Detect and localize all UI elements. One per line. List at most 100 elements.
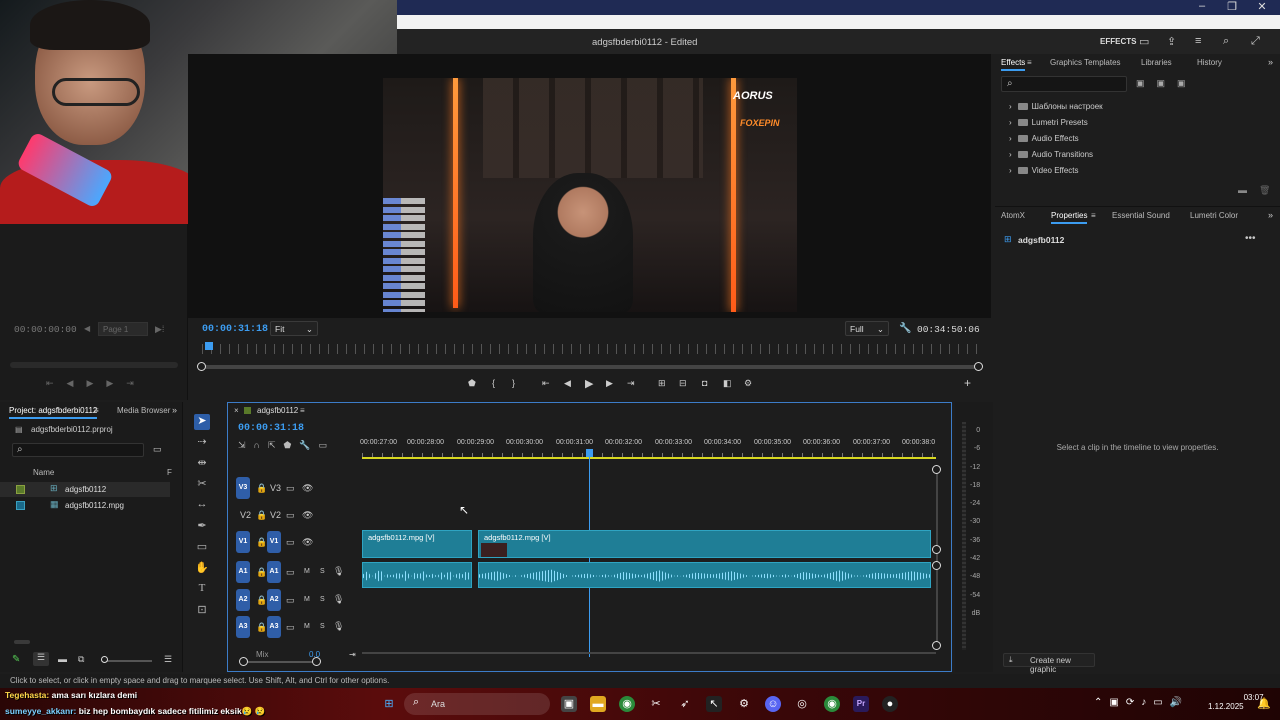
arrow-app-icon[interactable]: ➶ [677, 696, 693, 712]
selection-tool-icon[interactable]: ➤ [194, 414, 210, 430]
scroll-handle[interactable] [932, 561, 941, 570]
ripple-edit-tool-icon[interactable]: ⇹ [194, 456, 210, 472]
mix-arrow-icon[interactable]: ⇥ [349, 650, 356, 659]
zoom-handle-right[interactable] [312, 657, 321, 666]
hand-tool-icon[interactable]: ✋ [194, 561, 210, 577]
horizontal-scrollbar[interactable] [14, 640, 30, 644]
minimize-icon[interactable]: – [1187, 0, 1217, 12]
mic-icon[interactable]: 🎙 [333, 594, 344, 605]
folder-presets[interactable]: › Шаблоны настроек [1009, 102, 1103, 111]
program-playhead[interactable] [205, 342, 213, 350]
create-graphic-button[interactable]: ⤓ Create new graphic [1003, 653, 1095, 674]
restore-icon[interactable]: ❐ [1217, 0, 1247, 13]
tab-libraries[interactable]: Libraries [1141, 58, 1172, 67]
discord-icon[interactable]: ☺ [765, 696, 781, 712]
project-search-input[interactable]: ⌕ [12, 443, 144, 457]
eye-icon[interactable]: 👁 [302, 537, 313, 548]
write-icon[interactable]: ✎ [12, 654, 20, 665]
quality-dropdown[interactable]: Full ⌄ [845, 321, 889, 336]
page-selector[interactable]: Page 1 [98, 322, 148, 336]
sequence-tab[interactable]: adgsfb0112 [257, 406, 298, 415]
sync-icon[interactable]: ▭ [286, 510, 295, 521]
source-scrubber[interactable] [10, 362, 178, 368]
panel-overflow-icon[interactable]: » [1268, 57, 1273, 67]
track-target-a3[interactable]: A3 [267, 616, 281, 638]
type-tool-icon[interactable]: T [194, 582, 210, 598]
workspaces-icon[interactable]: ≡ [1195, 35, 1201, 47]
work-area-bar[interactable] [362, 457, 936, 459]
solo-button[interactable]: S [320, 596, 325, 603]
audio-clip[interactable] [478, 562, 931, 588]
lock-icon[interactable]: 🔒 [256, 510, 267, 521]
tab-atomx[interactable]: AtomX [1001, 211, 1025, 220]
source-patch-a3[interactable]: A3 [236, 616, 250, 638]
video-clip[interactable]: adgsfb0112.mpg [V] [478, 530, 931, 558]
sync-icon[interactable]: ▭ [286, 537, 295, 548]
solo-button[interactable]: S [320, 568, 325, 575]
premiere-pro-icon[interactable]: Pr [853, 696, 869, 712]
scroll-handle[interactable] [932, 545, 941, 554]
menu-icon[interactable]: ≡ [1027, 58, 1032, 67]
chrome-profile-icon[interactable]: ◉ [824, 696, 840, 712]
timeline-zoom-bar[interactable] [242, 661, 318, 663]
eye-icon[interactable]: 👁 [302, 483, 313, 494]
windows-start-icon[interactable]: ⊞ [381, 696, 397, 712]
lock-icon[interactable]: 🔒 [256, 567, 267, 578]
list-item[interactable]: ▦ adgsfb0112.mpg [0, 498, 170, 513]
lock-icon[interactable]: 🔒 [256, 622, 267, 633]
folder-audio-effects[interactable]: › Audio Effects [1009, 134, 1079, 143]
source-patch-a1[interactable]: A1 [236, 561, 250, 583]
program-zoom-bar[interactable] [200, 365, 980, 369]
icon-view-icon[interactable]: ▬ [58, 654, 67, 664]
source-transport[interactable]: ⇤◀▶▶⇥ [46, 378, 147, 389]
workspace-label[interactable]: EFFECTS [1100, 37, 1136, 46]
zoom-handle-right[interactable] [974, 362, 983, 371]
wrench-icon[interactable]: 🔧 [899, 323, 911, 334]
close-icon[interactable]: × [234, 406, 239, 415]
close-icon[interactable]: ✕ [1247, 0, 1277, 13]
file-explorer-icon[interactable]: ▬ [590, 696, 606, 712]
mute-button[interactable]: M [304, 568, 310, 575]
filter-icons[interactable]: ▣▣▣ [1136, 78, 1198, 89]
share-icon[interactable]: ⇪ [1167, 35, 1176, 48]
search-icon[interactable]: ⌕ [1223, 35, 1229, 48]
extract-icon[interactable]: ⊟ [679, 378, 687, 389]
sync-icon[interactable]: ▭ [286, 595, 295, 606]
fit-dropdown[interactable]: Fit ⌄ [270, 321, 318, 336]
taskbar-search[interactable]: ⌕ Ara [404, 693, 550, 715]
program-ruler[interactable] [202, 344, 980, 354]
panel-icon[interactable]: ▭ [1139, 35, 1149, 48]
camera-icon[interactable]: ◘ [702, 378, 707, 388]
freeform-view-icon[interactable]: ⧉ [78, 654, 84, 665]
timeline-ruler[interactable]: 00:00:27:00 00:00:28:00 00:00:29:00 00:0… [360, 439, 936, 451]
col-name[interactable]: Name [33, 468, 54, 477]
tab-properties[interactable]: Properties [1051, 211, 1088, 224]
slip-tool-icon[interactable]: ↔ [194, 498, 210, 514]
sync-icon[interactable]: ▭ [286, 567, 295, 578]
mute-button[interactable]: M [304, 623, 310, 630]
mic-icon[interactable]: 🎙 [333, 566, 344, 577]
obs-icon[interactable]: ● [882, 696, 898, 712]
folder-lumetri[interactable]: › Lumetri Presets [1009, 118, 1088, 127]
chrome-icon[interactable]: ◉ [619, 696, 635, 712]
track-target-v1[interactable]: V1 [267, 531, 281, 553]
eye-icon[interactable]: 👁 [302, 510, 313, 521]
marker-icon[interactable]: ⬟ [468, 378, 476, 389]
solo-button[interactable]: S [320, 623, 325, 630]
source-patch-v3[interactable]: V3 [236, 477, 250, 499]
timeline-tool-icons[interactable]: ⇲∩⇱⬟🔧▭ [238, 440, 335, 451]
vertical-scrollbar[interactable] [936, 469, 938, 649]
more-options-icon[interactable]: ••• [1245, 233, 1256, 244]
timeline-playhead[interactable] [586, 449, 593, 457]
prev-page-icon[interactable]: ◀ [84, 324, 90, 333]
tab-essential-sound[interactable]: Essential Sound [1112, 211, 1170, 220]
zoom-slider-handle[interactable] [101, 656, 108, 663]
audio-clip[interactable] [362, 562, 472, 588]
zoom-slider[interactable] [102, 660, 152, 662]
source-patch-a2[interactable]: A2 [236, 589, 250, 611]
capcut-icon[interactable]: ✂ [648, 696, 664, 712]
col-f[interactable]: F [167, 468, 172, 477]
zoom-handle-left[interactable] [197, 362, 206, 371]
tab-history[interactable]: History [1197, 58, 1222, 67]
cursor-app-icon[interactable]: ↖ [706, 696, 722, 712]
